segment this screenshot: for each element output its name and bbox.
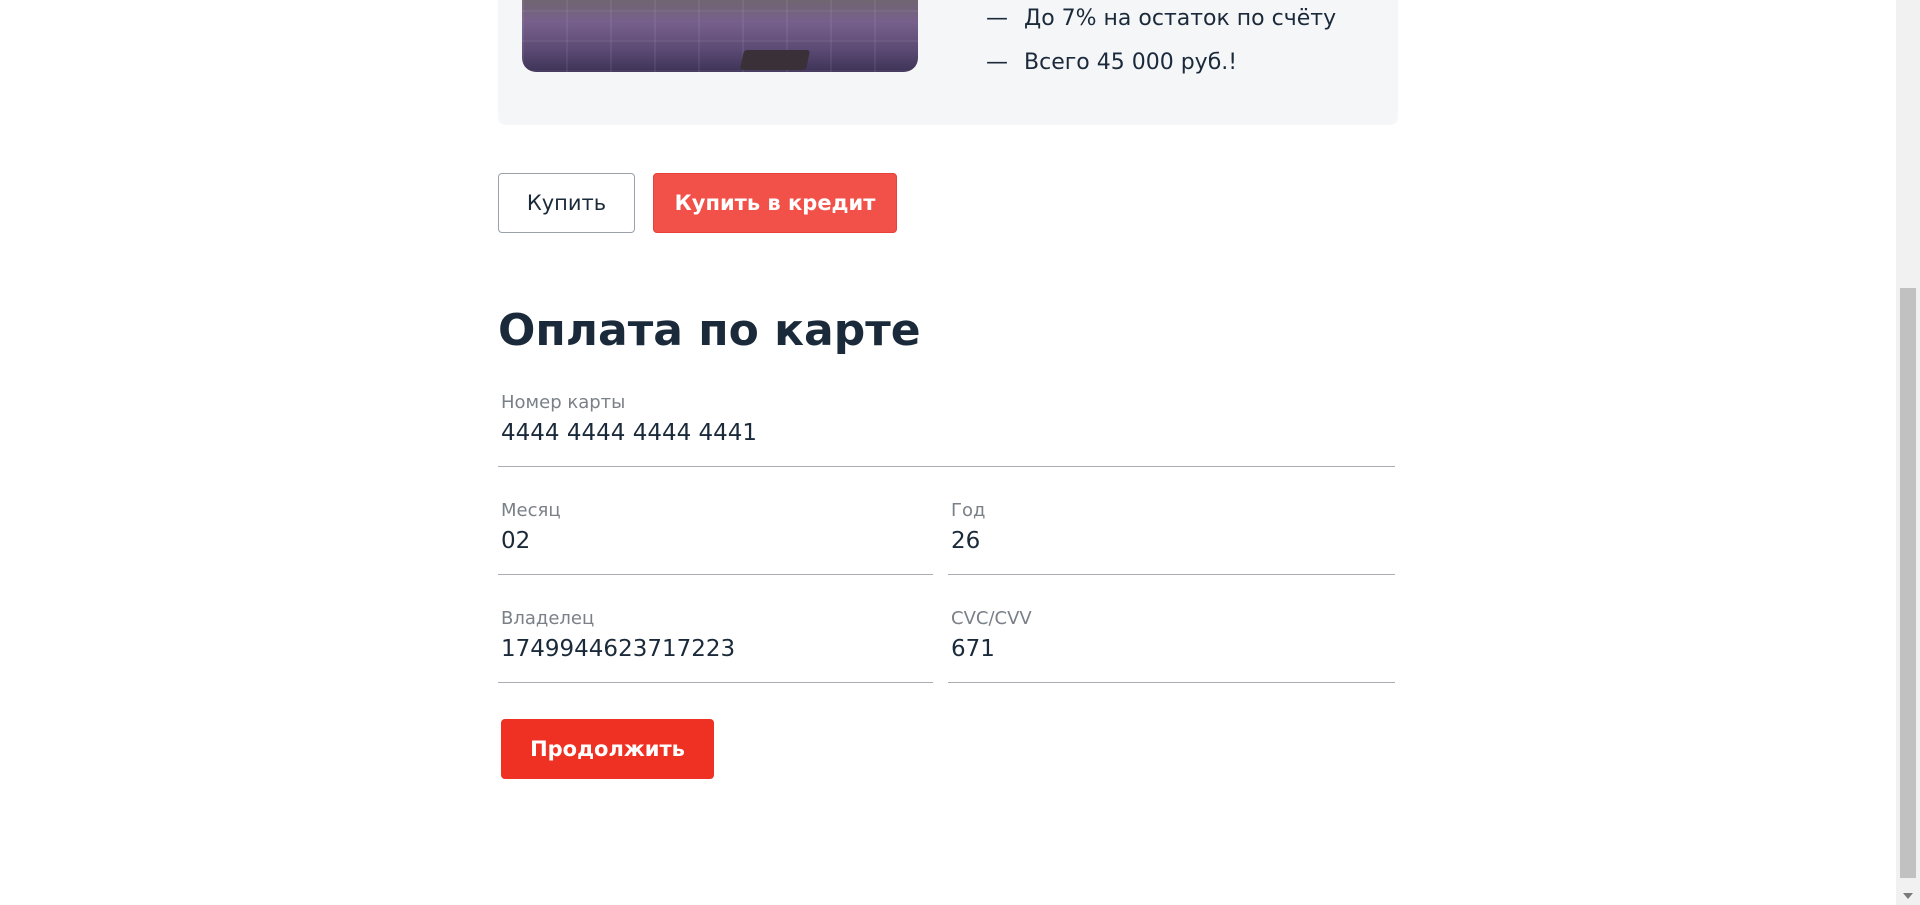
offer-feature-item: — Всего 45 000 руб.! bbox=[986, 40, 1336, 84]
card-number-input[interactable] bbox=[501, 420, 1354, 446]
offer-card: — До 7% на остаток по счёту — Всего 45 0… bbox=[498, 0, 1398, 125]
continue-button[interactable]: Продолжить bbox=[501, 719, 714, 779]
month-input[interactable] bbox=[501, 528, 915, 554]
cvc-label: CVC/CVV bbox=[951, 608, 1032, 629]
offer-features-list: — До 7% на остаток по счёту — Всего 45 0… bbox=[986, 0, 1336, 84]
offer-feature-text: Всего 45 000 руб.! bbox=[1024, 49, 1238, 75]
dash-mark: — bbox=[986, 49, 1008, 75]
month-field: Месяц bbox=[498, 500, 933, 575]
cvc-field: CVC/CVV bbox=[948, 608, 1395, 683]
card-number-label: Номер карты bbox=[501, 392, 626, 413]
year-label: Год bbox=[951, 500, 986, 521]
offer-feature-item: — До 7% на остаток по счёту bbox=[986, 0, 1336, 40]
payment-title: Оплата по карте bbox=[498, 305, 921, 356]
buy-button[interactable]: Купить bbox=[498, 173, 635, 233]
card-number-field: Номер карты bbox=[498, 392, 1395, 467]
year-field: Год bbox=[948, 500, 1395, 575]
owner-label: Владелец bbox=[501, 608, 595, 629]
month-label: Месяц bbox=[501, 500, 561, 521]
cvc-input[interactable] bbox=[951, 636, 1376, 662]
owner-input[interactable] bbox=[501, 636, 915, 662]
offer-image bbox=[522, 0, 918, 72]
dash-mark: — bbox=[986, 5, 1008, 31]
year-input[interactable] bbox=[951, 528, 1376, 554]
buy-credit-button[interactable]: Купить в кредит bbox=[653, 173, 897, 233]
pavement-tiles bbox=[522, 0, 918, 72]
offer-feature-text: До 7% на остаток по счёту bbox=[1024, 5, 1337, 31]
owner-field: Владелец bbox=[498, 608, 933, 683]
vertical-scrollbar[interactable] bbox=[1896, 0, 1920, 905]
drain-grate-shape bbox=[739, 50, 811, 70]
page: — До 7% на остаток по счёту — Всего 45 0… bbox=[0, 0, 1920, 905]
scroll-down-button[interactable] bbox=[1896, 887, 1920, 905]
scrollbar-thumb[interactable] bbox=[1900, 288, 1916, 878]
chevron-down-icon bbox=[1903, 893, 1913, 899]
buy-actions: Купить Купить в кредит bbox=[498, 173, 897, 233]
